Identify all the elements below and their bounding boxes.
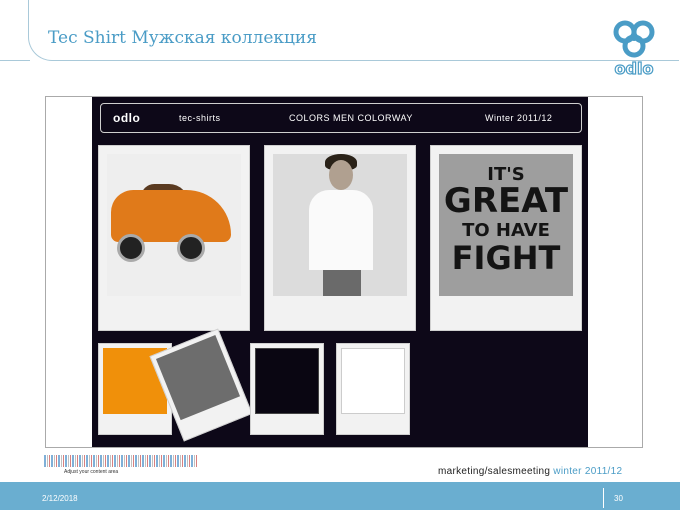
- slide-footer: 2/12/2018 30: [0, 482, 680, 510]
- model-photo: [273, 154, 407, 296]
- slide-page-number: 30: [614, 494, 623, 503]
- board-logo: odlo: [113, 111, 141, 125]
- sign-line-3: TO HAVE: [462, 220, 550, 241]
- sign-line-1: IT'S: [487, 164, 525, 185]
- sign-line-4: FIGHT: [451, 239, 561, 277]
- moodboard: odlo tec-shirts COLORS MEN COLORWAY Wint…: [92, 97, 588, 447]
- swatch-black: [255, 348, 319, 414]
- moodboard-image: odlo tec-shirts COLORS MEN COLORWAY Wint…: [45, 96, 643, 448]
- slide-title: Tec Shirt Мужская коллекция: [48, 28, 317, 48]
- odlo-logo: odlo: [598, 8, 670, 80]
- slide-date: 2/12/2018: [42, 494, 78, 503]
- logo-text: odlo: [615, 59, 654, 78]
- polaroid-sign: IT'S GREAT TO HAVE FIGHT: [430, 145, 582, 331]
- odlo-logo-icon: odlo: [613, 20, 655, 79]
- swatch-black-card: [250, 343, 324, 435]
- accent-line: [0, 60, 30, 61]
- swatch-white-card: [336, 343, 410, 435]
- board-colorway-title: COLORS MEN COLORWAY: [289, 113, 413, 123]
- car-photo: [107, 154, 241, 296]
- sign-line-2: GREAT: [443, 181, 569, 221]
- calibration-color-bar: [44, 455, 198, 467]
- board-subtitle: tec-shirts: [179, 113, 221, 123]
- polaroid-car: [98, 145, 250, 331]
- meeting-caption: marketing/salesmeeting winter 2011/12: [438, 466, 623, 477]
- board-season: Winter 2011/12: [485, 113, 553, 123]
- calibration-caption: Adjust your content area: [64, 469, 119, 475]
- swatch-white: [341, 348, 405, 414]
- sign-photo: IT'S GREAT TO HAVE FIGHT: [439, 154, 573, 296]
- board-header: odlo tec-shirts COLORS MEN COLORWAY Wint…: [100, 103, 582, 133]
- footer-divider: [603, 488, 604, 508]
- polaroid-model: [264, 145, 416, 331]
